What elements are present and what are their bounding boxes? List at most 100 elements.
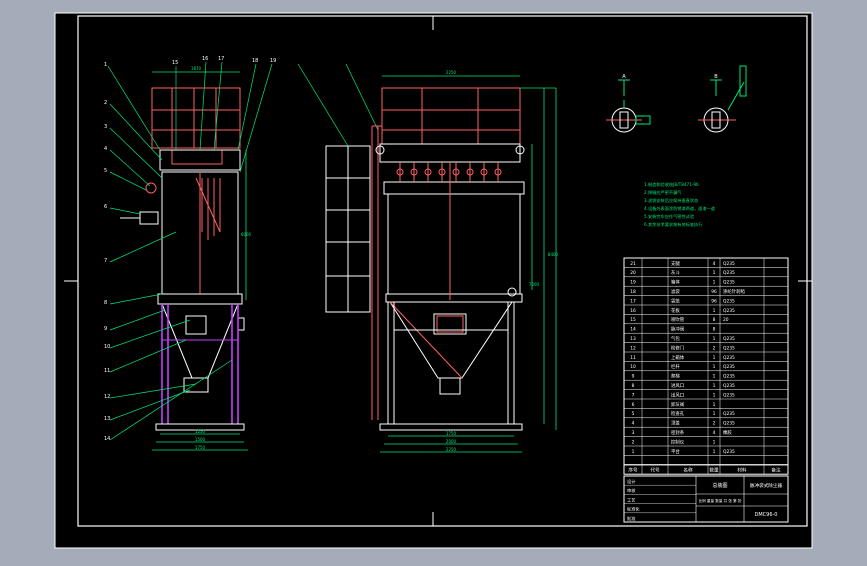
dim-bottom-side: 1250 (195, 429, 206, 434)
scale-row: 比例 重量 数量 共 张 第 张 (699, 498, 742, 503)
svg-text:7: 7 (104, 258, 107, 264)
part-name: 上箱体 (671, 354, 685, 361)
part-name: 灰斗 (671, 269, 680, 276)
parts-header-code: 代号 (650, 467, 660, 474)
svg-text:14: 14 (104, 436, 110, 442)
parts-header-material: 材料 (737, 467, 747, 474)
tech-note-line: 3.滤袋安装后应保持垂直状态 (644, 197, 698, 204)
part-no: 21 (630, 261, 636, 267)
part-qty: 2 (713, 345, 716, 351)
part-material: Q235 (723, 355, 735, 361)
part-no: 14 (630, 327, 636, 333)
parts-header-no: 序号 (628, 467, 638, 474)
part-name: 密封条 (671, 429, 685, 436)
dim-top-front: 2250 (446, 70, 457, 75)
part-name: 爬梯 (671, 373, 680, 380)
drawing-title: 脉冲袋式除尘器 (750, 482, 783, 489)
dim-bottom-front: 2250 (446, 447, 457, 452)
part-no: 17 (630, 298, 636, 304)
dim-bottom-front: 2000 (446, 439, 457, 444)
tech-note-line: 6.其余技术要求按有关标准执行 (644, 221, 702, 228)
part-name: 箱体 (671, 279, 680, 286)
part-qty: 1 (713, 355, 716, 361)
part-name: 顶盖 (671, 420, 680, 427)
part-no: 4 (632, 421, 635, 427)
part-no: 12 (630, 345, 636, 351)
svg-text:12: 12 (104, 394, 110, 400)
svg-text:9: 9 (104, 326, 107, 332)
svg-text:18: 18 (252, 58, 258, 64)
part-material: Q235 (723, 261, 735, 267)
dim-front-height-2: 8400 (548, 252, 559, 257)
part-material: Q235 (723, 336, 735, 342)
svg-text:17: 17 (218, 56, 224, 62)
part-no: 13 (630, 336, 636, 342)
dim-bottom-side: 1500 (195, 437, 206, 442)
part-qty: 1 (713, 383, 716, 389)
svg-text:8: 8 (104, 300, 107, 306)
svg-text:10: 10 (104, 344, 110, 350)
part-no: 10 (630, 364, 636, 370)
parts-header-remark: 备注 (771, 467, 781, 474)
part-no: 8 (632, 383, 635, 389)
part-qty: 96 (711, 298, 717, 304)
part-no: 9 (632, 374, 635, 380)
part-no: 11 (630, 355, 636, 361)
drawing-number: DMC96-0 (754, 512, 777, 518)
part-material: Q235 (723, 364, 735, 370)
part-no: 15 (630, 317, 636, 323)
part-qty: 1 (713, 364, 716, 370)
part-name: 喷吹管 (671, 316, 685, 323)
part-material: Q235 (723, 392, 735, 398)
dim-top-side: 1870 (191, 66, 202, 71)
part-qty: 1 (713, 411, 716, 417)
part-qty: 1 (713, 402, 716, 408)
part-name: 气包 (671, 335, 680, 342)
drawing-sheet: 123 456 789 101112 1314 1516 17 18 19 1.… (54, 12, 813, 549)
part-material: 橡胶 (723, 429, 732, 436)
tech-note-line: 1.制造和验收按JB/T8471-96 (644, 181, 699, 188)
part-qty: 2 (713, 421, 716, 427)
title-block-label: 审核 (627, 487, 636, 494)
part-no: 7 (632, 392, 635, 398)
part-qty: 1 (713, 270, 716, 276)
svg-text:6: 6 (104, 204, 107, 210)
part-name: 出风口 (671, 391, 684, 398)
part-name: 花板 (671, 307, 680, 314)
dim-bottom-side: 1750 (195, 445, 206, 450)
paper-background (55, 13, 812, 548)
part-material: Q235 (723, 449, 735, 455)
title-block-label: 设计 (627, 478, 635, 485)
detail-label-b: B (714, 74, 718, 80)
part-material: 20 (723, 317, 729, 323)
part-material: Q235 (723, 308, 735, 314)
detail-label-a: A (622, 74, 626, 80)
part-qty: 8 (713, 317, 716, 323)
part-qty: 1 (713, 308, 716, 314)
part-qty: 1 (713, 280, 716, 286)
part-qty: 1 (713, 439, 716, 445)
dim-bottom-front: 1750 (446, 431, 457, 436)
part-no: 3 (632, 430, 635, 436)
cad-viewport[interactable]: 123 456 789 10 11 12 13 14 15 16 17 18 19 (0, 0, 867, 562)
part-qty: 1 (713, 336, 716, 342)
part-no: 20 (630, 270, 636, 276)
part-qty: 1 (713, 449, 716, 455)
part-no: 5 (632, 411, 635, 417)
title-block-label: 批准 (627, 515, 635, 522)
part-qty: 8 (713, 327, 716, 333)
part-name: 卸灰阀 (671, 401, 684, 408)
part-no: 2 (632, 439, 635, 445)
svg-text:3: 3 (104, 124, 107, 130)
part-name: 检查孔 (671, 410, 685, 417)
svg-text:15: 15 (172, 60, 178, 66)
part-no: 16 (630, 308, 636, 314)
part-no: 18 (630, 289, 636, 295)
part-material: Q235 (723, 270, 735, 276)
part-name: 进风口 (671, 382, 684, 389)
svg-text:13: 13 (104, 416, 110, 422)
svg-text:4: 4 (104, 146, 107, 152)
part-material: Q235 (723, 298, 735, 304)
parts-header-name: 名称 (683, 467, 693, 474)
tech-note-line: 2.焊缝应严密不漏气 (644, 189, 682, 196)
